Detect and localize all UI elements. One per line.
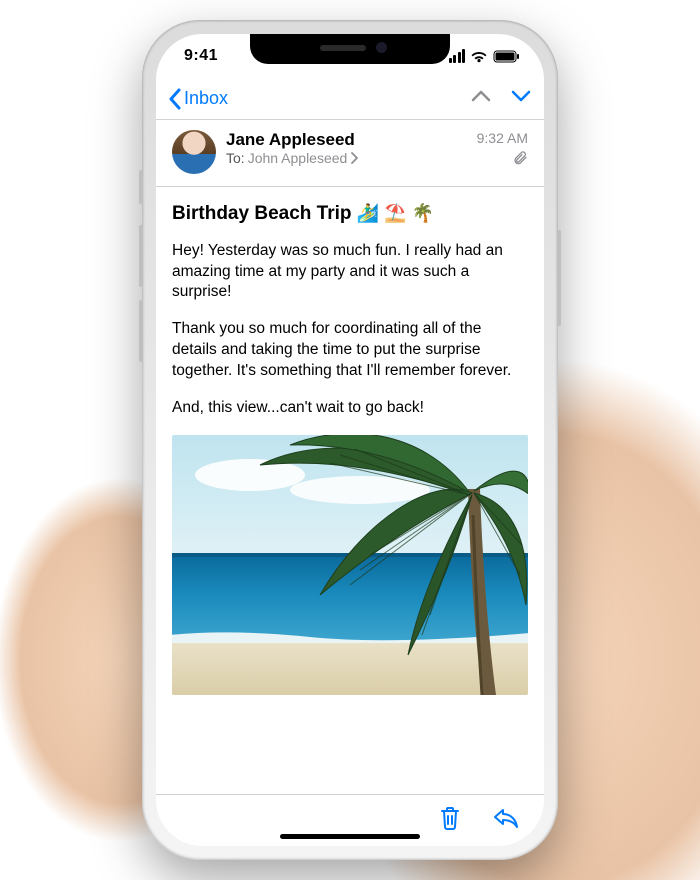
screen: 9:41 Inbox [156,34,544,846]
subject-text: Birthday Beach Trip [172,203,352,224]
next-message-button[interactable] [510,89,532,108]
attached-photo[interactable] [172,435,528,695]
status-icons [449,49,521,63]
message-header: Jane Appleseed To: John Appleseed 9:32 A… [156,120,544,187]
to-label: To: [226,150,245,166]
side-button [557,230,561,326]
wifi-icon [470,50,488,63]
cellular-icon [449,49,466,63]
recipient-name: John Appleseed [248,150,348,166]
previous-message-button[interactable] [470,89,492,108]
message-subject: Birthday Beach Trip 🏄‍♂️ ⛱️ 🌴 [172,201,528,227]
nav-bar: Inbox [156,78,544,120]
paperclip-icon [512,150,528,169]
body-paragraph-2: Thank you so much for coordinating all o… [172,319,528,382]
chevron-right-icon [350,152,358,164]
subject-emoji: 🏄‍♂️ ⛱️ 🌴 [357,203,434,223]
home-indicator[interactable] [280,834,420,839]
status-time: 9:41 [184,47,218,65]
mute-switch [139,170,143,204]
recipients-row[interactable]: To: John Appleseed [226,150,467,166]
battery-icon [493,50,520,63]
back-label: Inbox [184,88,228,109]
sender-name[interactable]: Jane Appleseed [226,130,467,150]
volume-down-button [139,300,143,362]
notch [250,34,450,64]
message-body: Birthday Beach Trip 🏄‍♂️ ⛱️ 🌴 Hey! Yeste… [156,187,544,794]
volume-up-button [139,225,143,287]
reply-button[interactable] [492,806,520,835]
back-button[interactable]: Inbox [168,88,228,110]
message-timestamp: 9:32 AM [477,130,528,146]
trash-button[interactable] [438,805,462,836]
body-paragraph-3: And, this view...can't wait to go back! [172,398,528,419]
avatar[interactable] [172,130,216,174]
chevron-left-icon [168,88,182,110]
phone-frame: 9:41 Inbox [142,20,558,860]
body-paragraph-1: Hey! Yesterday was so much fun. I really… [172,241,528,304]
